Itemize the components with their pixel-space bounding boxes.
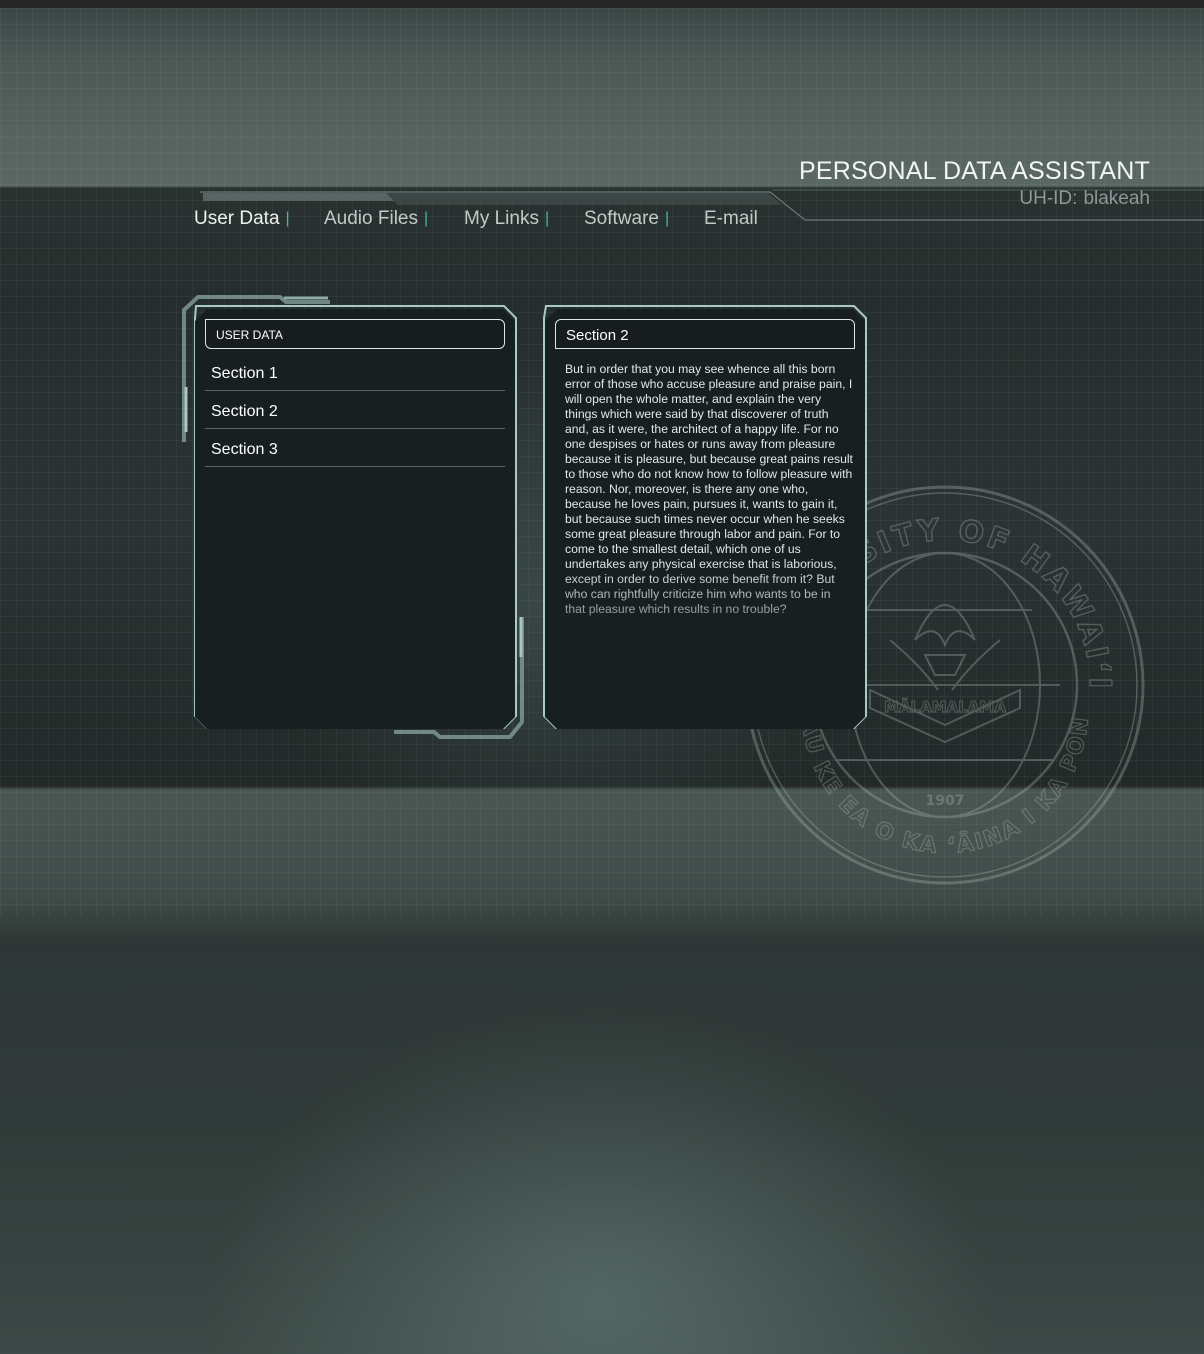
section-item-label: Section 1 <box>211 365 278 382</box>
user-id-label: UH-ID: <box>1019 188 1078 209</box>
user-data-panel-header: USER DATA <box>205 319 505 349</box>
nav-user-data-label: User Data <box>194 208 280 229</box>
nav-separator: | <box>424 210 429 227</box>
section-item-1[interactable]: Section 1 <box>205 353 505 391</box>
app-title: PERSONAL DATA ASSISTANT <box>799 157 1150 185</box>
user-id-value: blakeah <box>1083 188 1150 209</box>
user-data-panel-title: USER DATA <box>216 328 283 342</box>
seal-motto: MĀLAMALAMA <box>884 696 1006 716</box>
section-item-2[interactable]: Section 2 <box>205 391 505 429</box>
nav-email[interactable]: E-mail <box>704 208 758 230</box>
content-panel-title: Section 2 <box>566 327 629 344</box>
section-item-label: Section 2 <box>211 403 278 420</box>
seal-year: 1907 <box>926 793 965 809</box>
content-panel: Section 2 But in order that you may see … <box>545 309 865 729</box>
nav-my-links-label: My Links <box>464 208 539 229</box>
nav-separator: | <box>285 210 290 227</box>
content-panel-header: Section 2 <box>555 319 855 349</box>
nav-separator: | <box>664 210 670 227</box>
nav-user-data[interactable]: User Data | <box>194 208 290 230</box>
nav-email-label: E-mail <box>704 208 758 229</box>
content-body-text: But in order that you may see whence all… <box>565 362 853 616</box>
user-id: UH-ID: blakeah <box>1019 188 1150 210</box>
nav-software[interactable]: Software | <box>584 208 669 230</box>
nav-software-label: Software <box>584 208 659 229</box>
section-list: Section 1 Section 2 Section 3 <box>205 353 505 467</box>
nav-separator: | <box>544 210 550 227</box>
nav-my-links[interactable]: My Links | <box>464 208 549 230</box>
nav-audio-files-label: Audio Files <box>324 208 418 229</box>
section-item-label: Section 3 <box>211 441 278 458</box>
section-item-3[interactable]: Section 3 <box>205 429 505 467</box>
user-data-panel: USER DATA Section 1 Section 2 Section 3 <box>195 309 515 729</box>
nav-audio-files[interactable]: Audio Files | <box>324 208 428 230</box>
